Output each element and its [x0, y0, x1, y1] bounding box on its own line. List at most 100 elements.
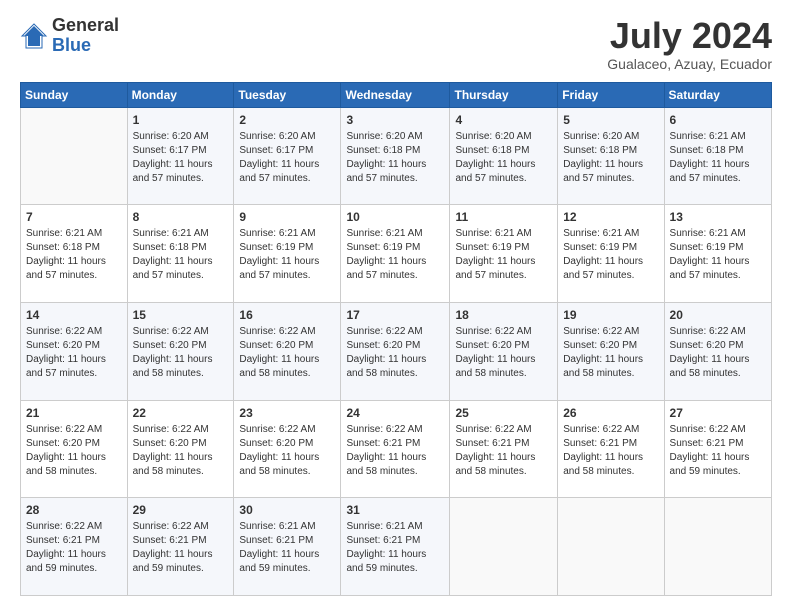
location-subtitle: Gualaceo, Azuay, Ecuador [607, 56, 772, 72]
day-info: Sunrise: 6:22 AM Sunset: 6:20 PM Dayligh… [239, 325, 335, 381]
day-number: 30 [239, 502, 335, 518]
calendar-cell: 30 Sunrise: 6:21 AM Sunset: 6:21 PM Dayli… [234, 498, 341, 596]
logo-icon [20, 22, 48, 50]
day-number: 27 [670, 405, 766, 421]
calendar-cell: 22 Sunrise: 6:22 AM Sunset: 6:20 PM Dayli… [127, 400, 234, 498]
calendar-cell: 3 Sunrise: 6:20 AM Sunset: 6:18 PM Daylig… [341, 107, 450, 205]
calendar-table: SundayMondayTuesdayWednesdayThursdayFrid… [20, 82, 772, 596]
day-number: 1 [133, 112, 229, 128]
day-number: 9 [239, 209, 335, 225]
calendar-week-2: 7 Sunrise: 6:21 AM Sunset: 6:18 PM Daylig… [21, 205, 772, 303]
calendar-cell: 4 Sunrise: 6:20 AM Sunset: 6:18 PM Daylig… [450, 107, 558, 205]
day-info: Sunrise: 6:22 AM Sunset: 6:21 PM Dayligh… [455, 423, 552, 479]
calendar-week-3: 14 Sunrise: 6:22 AM Sunset: 6:20 PM Dayli… [21, 302, 772, 400]
day-info: Sunrise: 6:20 AM Sunset: 6:17 PM Dayligh… [239, 130, 335, 186]
day-number: 5 [563, 112, 658, 128]
calendar-cell: 6Sunrise: 6:21 AM Sunset: 6:18 PM Daylig… [664, 107, 771, 205]
calendar-cell [558, 498, 664, 596]
calendar-cell: 15 Sunrise: 6:22 AM Sunset: 6:20 PM Dayli… [127, 302, 234, 400]
logo-text: General Blue [52, 16, 119, 56]
day-number: 6 [670, 112, 766, 128]
day-number: 31 [346, 502, 444, 518]
calendar-cell: 10Sunrise: 6:21 AM Sunset: 6:19 PM Dayli… [341, 205, 450, 303]
calendar-cell [21, 107, 128, 205]
calendar-cell [450, 498, 558, 596]
title-block: July 2024 Gualaceo, Azuay, Ecuador [607, 16, 772, 72]
day-number: 18 [455, 307, 552, 323]
day-info: Sunrise: 6:20 AM Sunset: 6:17 PM Dayligh… [133, 130, 229, 186]
day-number: 8 [133, 209, 229, 225]
day-info: Sunrise: 6:22 AM Sunset: 6:21 PM Dayligh… [670, 423, 766, 479]
day-info: Sunrise: 6:21 AM Sunset: 6:21 PM Dayligh… [346, 520, 444, 576]
day-info: Sunrise: 6:22 AM Sunset: 6:20 PM Dayligh… [26, 423, 122, 479]
day-number: 23 [239, 405, 335, 421]
day-number: 24 [346, 405, 444, 421]
weekday-header-friday: Friday [558, 82, 664, 107]
day-info: Sunrise: 6:22 AM Sunset: 6:20 PM Dayligh… [455, 325, 552, 381]
day-number: 22 [133, 405, 229, 421]
calendar-cell: 25Sunrise: 6:22 AM Sunset: 6:21 PM Dayli… [450, 400, 558, 498]
calendar-cell: 29 Sunrise: 6:22 AM Sunset: 6:21 PM Dayli… [127, 498, 234, 596]
page: General Blue July 2024 Gualaceo, Azuay, … [0, 0, 792, 612]
day-info: Sunrise: 6:22 AM Sunset: 6:21 PM Dayligh… [26, 520, 122, 576]
calendar-cell: 13Sunrise: 6:21 AM Sunset: 6:19 PM Dayli… [664, 205, 771, 303]
weekday-header-tuesday: Tuesday [234, 82, 341, 107]
calendar-cell: 19 Sunrise: 6:22 AM Sunset: 6:20 PM Dayli… [558, 302, 664, 400]
calendar-cell: 27 Sunrise: 6:22 AM Sunset: 6:21 PM Dayli… [664, 400, 771, 498]
day-number: 14 [26, 307, 122, 323]
calendar-cell: 18 Sunrise: 6:22 AM Sunset: 6:20 PM Dayli… [450, 302, 558, 400]
day-info: Sunrise: 6:22 AM Sunset: 6:21 PM Dayligh… [346, 423, 444, 479]
day-info: Sunrise: 6:22 AM Sunset: 6:20 PM Dayligh… [133, 325, 229, 381]
weekday-header-monday: Monday [127, 82, 234, 107]
weekday-header-thursday: Thursday [450, 82, 558, 107]
day-info: Sunrise: 6:21 AM Sunset: 6:19 PM Dayligh… [563, 227, 658, 283]
day-number: 4 [455, 112, 552, 128]
day-number: 26 [563, 405, 658, 421]
day-info: Sunrise: 6:21 AM Sunset: 6:19 PM Dayligh… [239, 227, 335, 283]
calendar-cell: 14 Sunrise: 6:22 AM Sunset: 6:20 PM Dayli… [21, 302, 128, 400]
calendar-cell: 12Sunrise: 6:21 AM Sunset: 6:19 PM Dayli… [558, 205, 664, 303]
calendar-cell: 7Sunrise: 6:21 AM Sunset: 6:18 PM Daylig… [21, 205, 128, 303]
day-number: 3 [346, 112, 444, 128]
calendar-cell: 26 Sunrise: 6:22 AM Sunset: 6:21 PM Dayli… [558, 400, 664, 498]
calendar-cell: 24 Sunrise: 6:22 AM Sunset: 6:21 PM Dayli… [341, 400, 450, 498]
day-number: 15 [133, 307, 229, 323]
day-info: Sunrise: 6:20 AM Sunset: 6:18 PM Dayligh… [346, 130, 444, 186]
day-number: 20 [670, 307, 766, 323]
calendar-cell: 28Sunrise: 6:22 AM Sunset: 6:21 PM Dayli… [21, 498, 128, 596]
day-info: Sunrise: 6:22 AM Sunset: 6:20 PM Dayligh… [26, 325, 122, 381]
day-info: Sunrise: 6:22 AM Sunset: 6:20 PM Dayligh… [670, 325, 766, 381]
weekday-header-row: SundayMondayTuesdayWednesdayThursdayFrid… [21, 82, 772, 107]
day-number: 29 [133, 502, 229, 518]
day-info: Sunrise: 6:21 AM Sunset: 6:19 PM Dayligh… [670, 227, 766, 283]
day-info: Sunrise: 6:22 AM Sunset: 6:20 PM Dayligh… [563, 325, 658, 381]
day-info: Sunrise: 6:20 AM Sunset: 6:18 PM Dayligh… [563, 130, 658, 186]
calendar-cell: 9 Sunrise: 6:21 AM Sunset: 6:19 PM Daylig… [234, 205, 341, 303]
calendar-cell: 8 Sunrise: 6:21 AM Sunset: 6:18 PM Daylig… [127, 205, 234, 303]
calendar-cell: 5 Sunrise: 6:20 AM Sunset: 6:18 PM Daylig… [558, 107, 664, 205]
logo: General Blue [20, 16, 119, 56]
weekday-header-wednesday: Wednesday [341, 82, 450, 107]
calendar-cell [664, 498, 771, 596]
calendar-cell: 2Sunrise: 6:20 AM Sunset: 6:17 PM Daylig… [234, 107, 341, 205]
day-info: Sunrise: 6:20 AM Sunset: 6:18 PM Dayligh… [455, 130, 552, 186]
calendar-cell: 1 Sunrise: 6:20 AM Sunset: 6:17 PM Daylig… [127, 107, 234, 205]
day-number: 19 [563, 307, 658, 323]
calendar-cell: 17Sunrise: 6:22 AM Sunset: 6:20 PM Dayli… [341, 302, 450, 400]
calendar-cell: 16 Sunrise: 6:22 AM Sunset: 6:20 PM Dayli… [234, 302, 341, 400]
day-number: 7 [26, 209, 122, 225]
calendar-week-4: 21Sunrise: 6:22 AM Sunset: 6:20 PM Dayli… [21, 400, 772, 498]
day-number: 16 [239, 307, 335, 323]
day-info: Sunrise: 6:21 AM Sunset: 6:21 PM Dayligh… [239, 520, 335, 576]
day-info: Sunrise: 6:22 AM Sunset: 6:20 PM Dayligh… [239, 423, 335, 479]
day-info: Sunrise: 6:22 AM Sunset: 6:20 PM Dayligh… [133, 423, 229, 479]
calendar-cell: 31 Sunrise: 6:21 AM Sunset: 6:21 PM Dayli… [341, 498, 450, 596]
day-info: Sunrise: 6:21 AM Sunset: 6:19 PM Dayligh… [455, 227, 552, 283]
day-info: Sunrise: 6:22 AM Sunset: 6:21 PM Dayligh… [133, 520, 229, 576]
calendar-cell: 23 Sunrise: 6:22 AM Sunset: 6:20 PM Dayli… [234, 400, 341, 498]
day-number: 11 [455, 209, 552, 225]
day-info: Sunrise: 6:21 AM Sunset: 6:18 PM Dayligh… [133, 227, 229, 283]
calendar-cell: 21Sunrise: 6:22 AM Sunset: 6:20 PM Dayli… [21, 400, 128, 498]
month-title: July 2024 [607, 16, 772, 56]
day-info: Sunrise: 6:22 AM Sunset: 6:21 PM Dayligh… [563, 423, 658, 479]
